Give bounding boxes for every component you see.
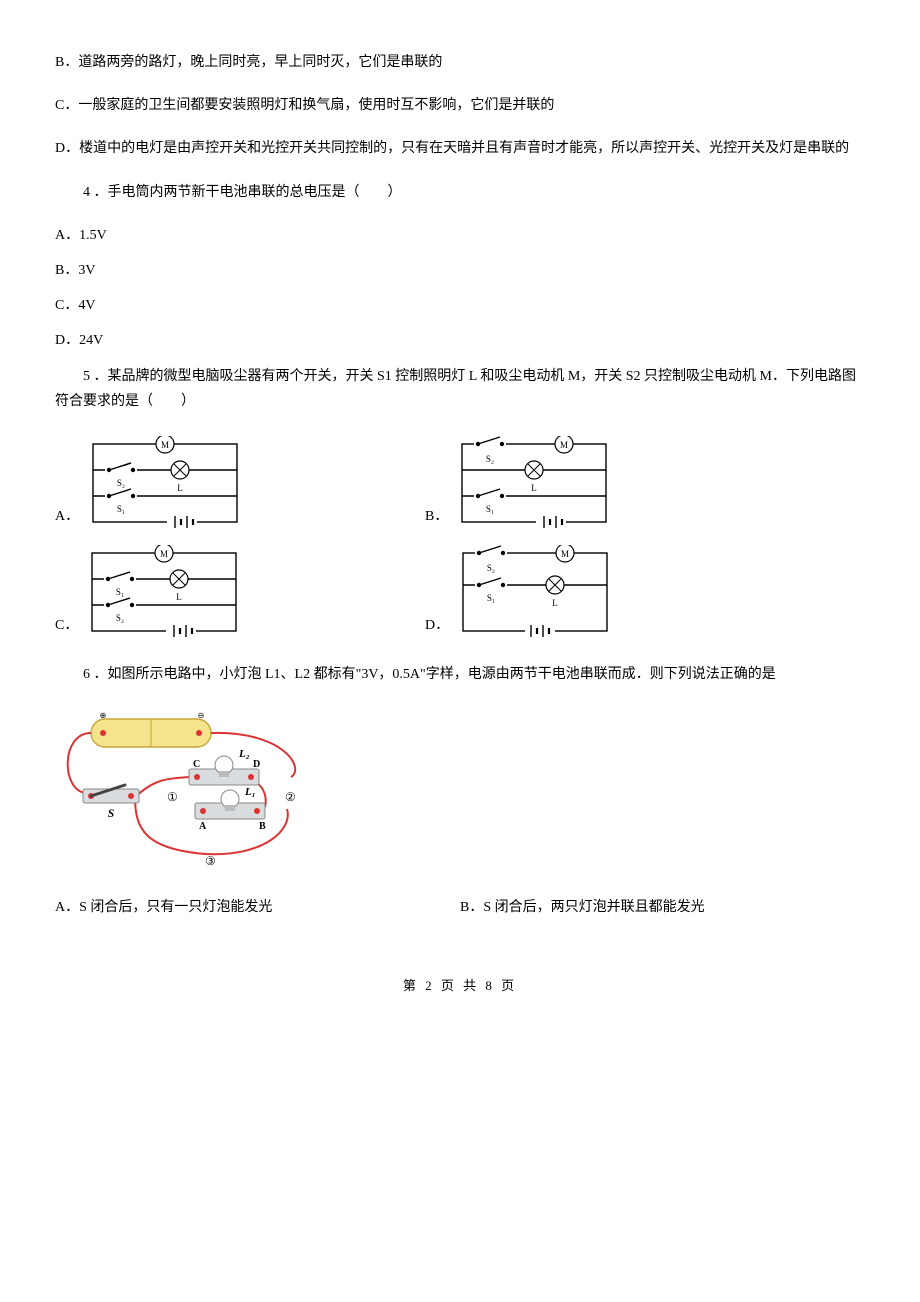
svg-text:S₂: S₂ (117, 478, 125, 488)
svg-text:L₂: L₂ (238, 748, 250, 760)
q5-option-a: A． M S₂ L S₁ (55, 436, 425, 531)
q4-option-b: B．3V (55, 258, 865, 283)
q6-option-a: A．S 闭合后，只有一只灯泡能发光 (55, 895, 460, 920)
q5-row-1: A． M S₂ L S₁ (55, 436, 865, 531)
page-footer: 第 2 页 共 8 页 (55, 974, 865, 997)
svg-text:S₁: S₁ (486, 504, 494, 514)
q5-stem: 5 ．某品牌的微型电脑吸尘器有两个开关，开关 S1 控制照明灯 L 和吸尘电动机… (55, 364, 865, 414)
q5-option-c: C． M S₁ L S₂ (55, 545, 425, 640)
q3-option-c: C．一般家庭的卫生间都要安装照明灯和换气扇，使用时互不影响，它们是并联的 (55, 93, 865, 118)
circuit-diagram-a: M S₂ L S₁ (85, 436, 245, 531)
svg-text:L: L (532, 483, 538, 493)
q5-row-2: C． M S₁ L S₂ (55, 545, 865, 640)
svg-text:S₂: S₂ (487, 563, 495, 573)
svg-text:L₁: L₁ (244, 786, 256, 798)
svg-text:⊖: ⊖ (198, 711, 205, 720)
svg-text:M: M (160, 549, 168, 559)
svg-text:S: S (108, 806, 115, 820)
q5-label-b: B． (425, 504, 448, 531)
svg-text:M: M (161, 440, 169, 450)
q6-options: A．S 闭合后，只有一只灯泡能发光 B．S 闭合后，两只灯泡并联且都能发光 (55, 895, 865, 920)
q3-option-d: D．楼道中的电灯是由声控开关和光控开关共同控制的，只有在天暗并且有声音时才能亮，… (55, 136, 865, 161)
q6-circuit-figure: ⊕ ⊖ S L₂ C D L₁ A B ① ② ③ (55, 709, 325, 869)
svg-text:①: ① (167, 790, 178, 804)
svg-text:S₁: S₁ (116, 587, 124, 597)
svg-text:L: L (552, 598, 558, 608)
svg-text:A: A (199, 821, 207, 832)
svg-text:⊕: ⊕ (100, 711, 107, 720)
q5-option-b: B． M S₂ L S₁ (425, 436, 865, 531)
svg-text:S₁: S₁ (487, 593, 495, 603)
q6-option-b: B．S 闭合后，两只灯泡并联且都能发光 (460, 895, 865, 920)
q3-option-b: B．道路两旁的路灯，晚上同时亮，早上同时灭，它们是串联的 (55, 50, 865, 75)
circuit-diagram-d: S₂ M S₁ L (455, 545, 615, 640)
q4-option-c: C．4V (55, 293, 865, 318)
q5-option-d: D． S₂ M S₁ L (425, 545, 865, 640)
q4-options: A．1.5V B．3V C．4V D．24V (55, 223, 865, 354)
svg-text:D: D (253, 759, 260, 770)
svg-text:B: B (259, 821, 266, 832)
q5-label-a: A． (55, 504, 79, 531)
q5-label-c: C． (55, 613, 78, 640)
svg-text:L: L (177, 483, 183, 493)
circuit-diagram-b: M S₂ L S₁ (454, 436, 614, 531)
svg-text:M: M (561, 549, 569, 559)
svg-text:S₂: S₂ (486, 454, 494, 464)
svg-text:M: M (560, 440, 568, 450)
svg-text:③: ③ (205, 854, 216, 868)
q5-label-d: D． (425, 613, 449, 640)
q4-stem: 4 ．手电筒内两节新干电池串联的总电压是（ ） (55, 180, 865, 205)
circuit-diagram-c: M S₁ L S₂ (84, 545, 244, 640)
svg-text:L: L (177, 592, 183, 602)
svg-text:S₂: S₂ (116, 613, 124, 623)
q4-option-a: A．1.5V (55, 223, 865, 248)
svg-text:C: C (193, 759, 200, 770)
q4-option-d: D．24V (55, 328, 865, 353)
svg-text:S₁: S₁ (117, 504, 125, 514)
svg-text:②: ② (285, 790, 296, 804)
q6-stem: 6 ．如图所示电路中，小灯泡 L1、L2 都标有"3V，0.5A"字样，电源由两… (55, 662, 865, 687)
